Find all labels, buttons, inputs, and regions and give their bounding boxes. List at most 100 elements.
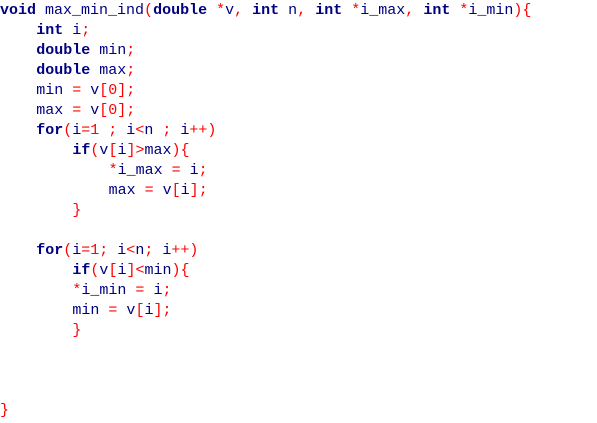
code-editor[interactable]: void max_min_ind(double *v, int n, int *…	[0, 0, 597, 423]
code-line-3[interactable]: double min;	[36, 41, 135, 61]
code-token-id: i_max	[360, 2, 406, 19]
code-token-op: (	[63, 122, 73, 139]
code-line-1[interactable]: void max_min_ind(double *v, int n, int *…	[0, 1, 531, 21]
code-token-id: v	[81, 82, 100, 99]
code-token-kw: if	[72, 262, 91, 279]
code-token-id	[450, 2, 459, 19]
code-token-kw: int	[315, 2, 343, 19]
code-line-8[interactable]: if(v[i]>max){	[72, 141, 189, 161]
code-token-num: 0	[108, 102, 118, 119]
code-token-kw: int	[252, 2, 280, 19]
code-token-op: ,	[297, 2, 307, 19]
code-token-id: i	[171, 122, 190, 139]
code-token-op: *	[108, 162, 118, 179]
code-token-op: ]	[117, 102, 127, 119]
code-token-op: <	[135, 262, 145, 279]
code-token-op: ;	[198, 162, 208, 179]
code-token-op: {	[180, 262, 190, 279]
code-token-id: n	[135, 242, 145, 259]
code-token-id: max	[90, 62, 127, 79]
code-token-id: i_min	[81, 282, 136, 299]
code-token-op: *	[459, 2, 469, 19]
code-line-5[interactable]: min = v[0];	[36, 81, 135, 101]
code-token-op: *	[216, 2, 226, 19]
code-token-op: ++	[189, 122, 208, 139]
code-token-num: 1	[90, 242, 100, 259]
code-token-op: ;	[126, 102, 136, 119]
code-token-op: [	[171, 182, 181, 199]
code-token-op: ;	[81, 22, 91, 39]
code-token-id: v	[225, 2, 235, 19]
code-line-21[interactable]: }	[0, 401, 9, 421]
code-token-id: min	[144, 262, 172, 279]
code-line-10[interactable]: max = v[i];	[109, 181, 208, 201]
code-token-op: (	[63, 242, 73, 259]
code-token-id: i	[144, 282, 163, 299]
code-token-id	[243, 2, 252, 19]
code-token-op: {	[522, 2, 532, 19]
code-token-kw: double	[153, 2, 208, 19]
code-token-kw: double	[36, 62, 91, 79]
code-token-id: v	[117, 302, 136, 319]
code-token-id: i	[63, 22, 82, 39]
code-token-kw: int	[36, 22, 64, 39]
code-token-op: =	[81, 242, 91, 259]
code-line-6[interactable]: max = v[0];	[36, 101, 135, 121]
code-token-op: }	[72, 322, 82, 339]
code-line-11[interactable]: }	[72, 201, 81, 221]
code-token-id: v	[81, 102, 100, 119]
code-token-kw: int	[423, 2, 451, 19]
code-token-num: 1	[90, 122, 100, 139]
code-token-id: i	[180, 182, 190, 199]
code-token-id: max	[108, 182, 145, 199]
code-token-id: v	[153, 182, 172, 199]
code-token-op: ;	[99, 242, 109, 259]
code-token-op: ;	[108, 122, 118, 139]
code-line-7[interactable]: for(i=1 ; i<n ; i++)	[36, 121, 216, 141]
code-token-op: (	[144, 2, 154, 19]
code-token-op: ;	[198, 182, 208, 199]
code-line-2[interactable]: int i;	[36, 21, 90, 41]
code-line-15[interactable]: *i_min = i;	[72, 281, 171, 301]
code-token-num: 0	[108, 82, 118, 99]
code-token-op: =	[72, 82, 82, 99]
code-token-op: [	[99, 82, 109, 99]
code-line-17[interactable]: }	[72, 321, 81, 341]
code-token-kw: void	[0, 2, 37, 19]
code-token-op: =	[72, 102, 82, 119]
code-token-kw: if	[72, 142, 91, 159]
code-line-13[interactable]: for(i=1; i<n; i++)	[36, 241, 198, 261]
code-token-id: max	[144, 142, 172, 159]
code-token-op: ;	[126, 82, 136, 99]
code-token-id	[414, 2, 423, 19]
code-token-op: }	[0, 402, 10, 419]
code-token-id: min	[72, 302, 109, 319]
code-token-op: ++	[171, 242, 190, 259]
code-token-op: ]	[189, 182, 199, 199]
code-token-op: =	[171, 162, 181, 179]
code-token-id	[99, 122, 108, 139]
code-token-op: ;	[126, 62, 136, 79]
code-token-op: ;	[162, 302, 172, 319]
code-line-16[interactable]: min = v[i];	[72, 301, 171, 321]
code-token-id: i_max	[117, 162, 172, 179]
code-token-id	[342, 2, 351, 19]
code-token-op: <	[135, 122, 145, 139]
code-token-op: =	[144, 182, 154, 199]
code-token-op: )	[171, 262, 181, 279]
code-token-op: ;	[162, 282, 172, 299]
code-token-op: )	[171, 142, 181, 159]
code-token-id: i	[72, 122, 82, 139]
code-token-op: ;	[162, 122, 172, 139]
code-line-4[interactable]: double max;	[36, 61, 135, 81]
code-token-op: ,	[405, 2, 415, 19]
code-token-op: {	[180, 142, 190, 159]
code-token-id: i	[117, 122, 136, 139]
code-token-kw: for	[36, 242, 64, 259]
code-token-id: n	[144, 122, 163, 139]
code-token-id	[207, 2, 216, 19]
code-token-id	[306, 2, 315, 19]
code-line-9[interactable]: *i_max = i;	[109, 161, 208, 181]
code-token-kw: for	[36, 122, 64, 139]
code-line-14[interactable]: if(v[i]<min){	[72, 261, 189, 281]
